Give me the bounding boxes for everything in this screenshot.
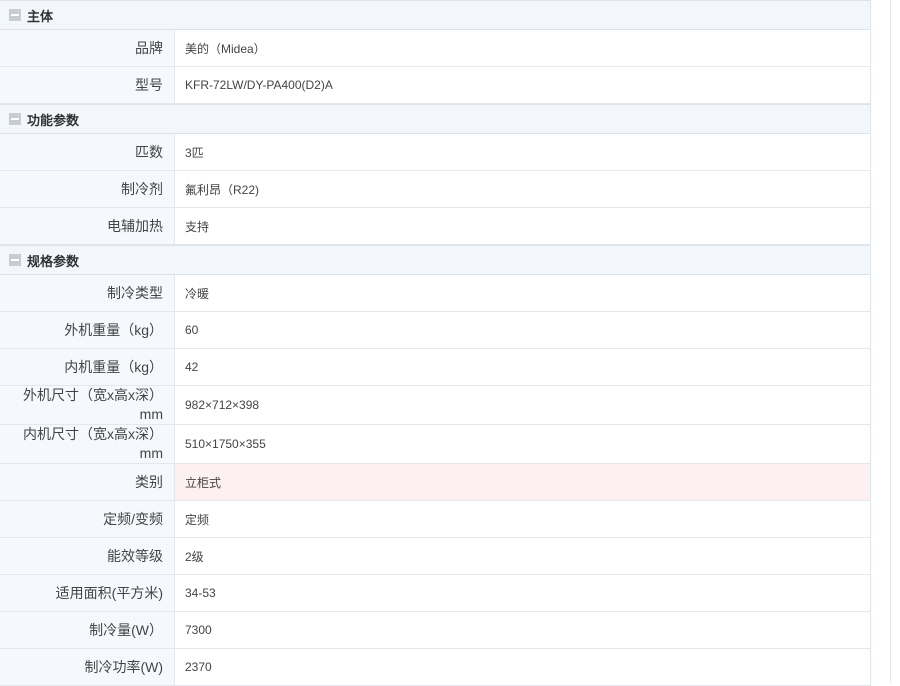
spec-value: 定频	[185, 512, 210, 527]
spec-key: 制冷剂	[0, 171, 175, 207]
spec-value: 42	[185, 360, 199, 374]
spec-key: 类别	[0, 464, 175, 500]
spec-value: 氟利昂（R22)	[185, 182, 260, 197]
spec-value: 7300	[185, 623, 212, 637]
spec-row-cooling-type: 制冷类型 冷暖	[0, 275, 870, 312]
spec-key: 制冷类型	[0, 275, 175, 311]
spec-key: 外机尺寸（宽x高x深）mm	[0, 386, 175, 424]
spec-row-aux-heating: 电辅加热 支持	[0, 208, 870, 245]
spec-value: 立柜式	[175, 464, 870, 500]
spec-table: 主体 品牌 美的（Midea） 型号 KFR-72LW/DY-PA400(D2)…	[0, 0, 871, 686]
spec-key: 适用面积(平方米)	[0, 575, 175, 611]
section-header-specs[interactable]: 规格参数	[0, 245, 870, 275]
spec-value: 34-53	[185, 586, 216, 600]
spec-row-outdoor-size: 外机尺寸（宽x高x深）mm 982×712×398	[0, 386, 870, 425]
spec-key: 能效等级	[0, 538, 175, 574]
spec-key: 电辅加热	[0, 208, 175, 244]
spec-row-horsepower: 匹数 3匹	[0, 134, 870, 171]
section-header-function[interactable]: 功能参数	[0, 104, 870, 134]
scrollbar[interactable]	[890, 0, 900, 683]
spec-row-category: 类别 立柜式	[0, 464, 870, 501]
spec-row-outdoor-weight: 外机重量（kg） 60	[0, 312, 870, 349]
spec-row-frequency: 定频/变频 定频	[0, 501, 870, 538]
spec-key: 内机尺寸（宽x高x深）mm	[0, 425, 175, 463]
spec-value: 美的（Midea）	[185, 41, 266, 56]
section-title: 规格参数	[27, 253, 80, 269]
collapse-icon[interactable]	[9, 9, 21, 21]
section-title: 功能参数	[27, 112, 80, 128]
spec-row-energy-grade: 能效等级 2级	[0, 538, 870, 575]
spec-key: 制冷功率(W)	[0, 649, 175, 685]
spec-row-area: 适用面积(平方米) 34-53	[0, 575, 870, 612]
spec-value: 支持	[185, 219, 210, 234]
spec-value: 60	[185, 323, 199, 337]
spec-value: KFR-72LW/DY-PA400(D2)A	[185, 78, 333, 92]
spec-key: 外机重量（kg）	[0, 312, 175, 348]
collapse-icon[interactable]	[9, 254, 21, 266]
spec-value: 冷暖	[185, 286, 210, 301]
spec-key: 内机重量（kg）	[0, 349, 175, 385]
spec-value: 982×712×398	[185, 398, 260, 412]
spec-value: 510×1750×355	[185, 437, 266, 451]
spec-key: 匹数	[0, 134, 175, 170]
spec-row-brand: 品牌 美的（Midea）	[0, 30, 870, 67]
spec-key: 品牌	[0, 30, 175, 66]
spec-key: 型号	[0, 67, 175, 103]
spec-value: 2级	[185, 549, 204, 564]
spec-row-cooling-capacity: 制冷量(W） 7300	[0, 612, 870, 649]
spec-key: 定频/变频	[0, 501, 175, 537]
spec-row-indoor-size: 内机尺寸（宽x高x深）mm 510×1750×355	[0, 425, 870, 464]
collapse-icon[interactable]	[9, 113, 21, 125]
spec-row-refrigerant: 制冷剂 氟利昂（R22)	[0, 171, 870, 208]
spec-key: 制冷量(W）	[0, 612, 175, 648]
spec-row-indoor-weight: 内机重量（kg） 42	[0, 349, 870, 386]
spec-row-cooling-power: 制冷功率(W) 2370	[0, 649, 870, 686]
section-header-main[interactable]: 主体	[0, 0, 870, 30]
section-title: 主体	[27, 8, 54, 24]
spec-value: 2370	[185, 660, 212, 674]
spec-value: 3匹	[185, 145, 204, 160]
spec-row-model: 型号 KFR-72LW/DY-PA400(D2)A	[0, 67, 870, 104]
